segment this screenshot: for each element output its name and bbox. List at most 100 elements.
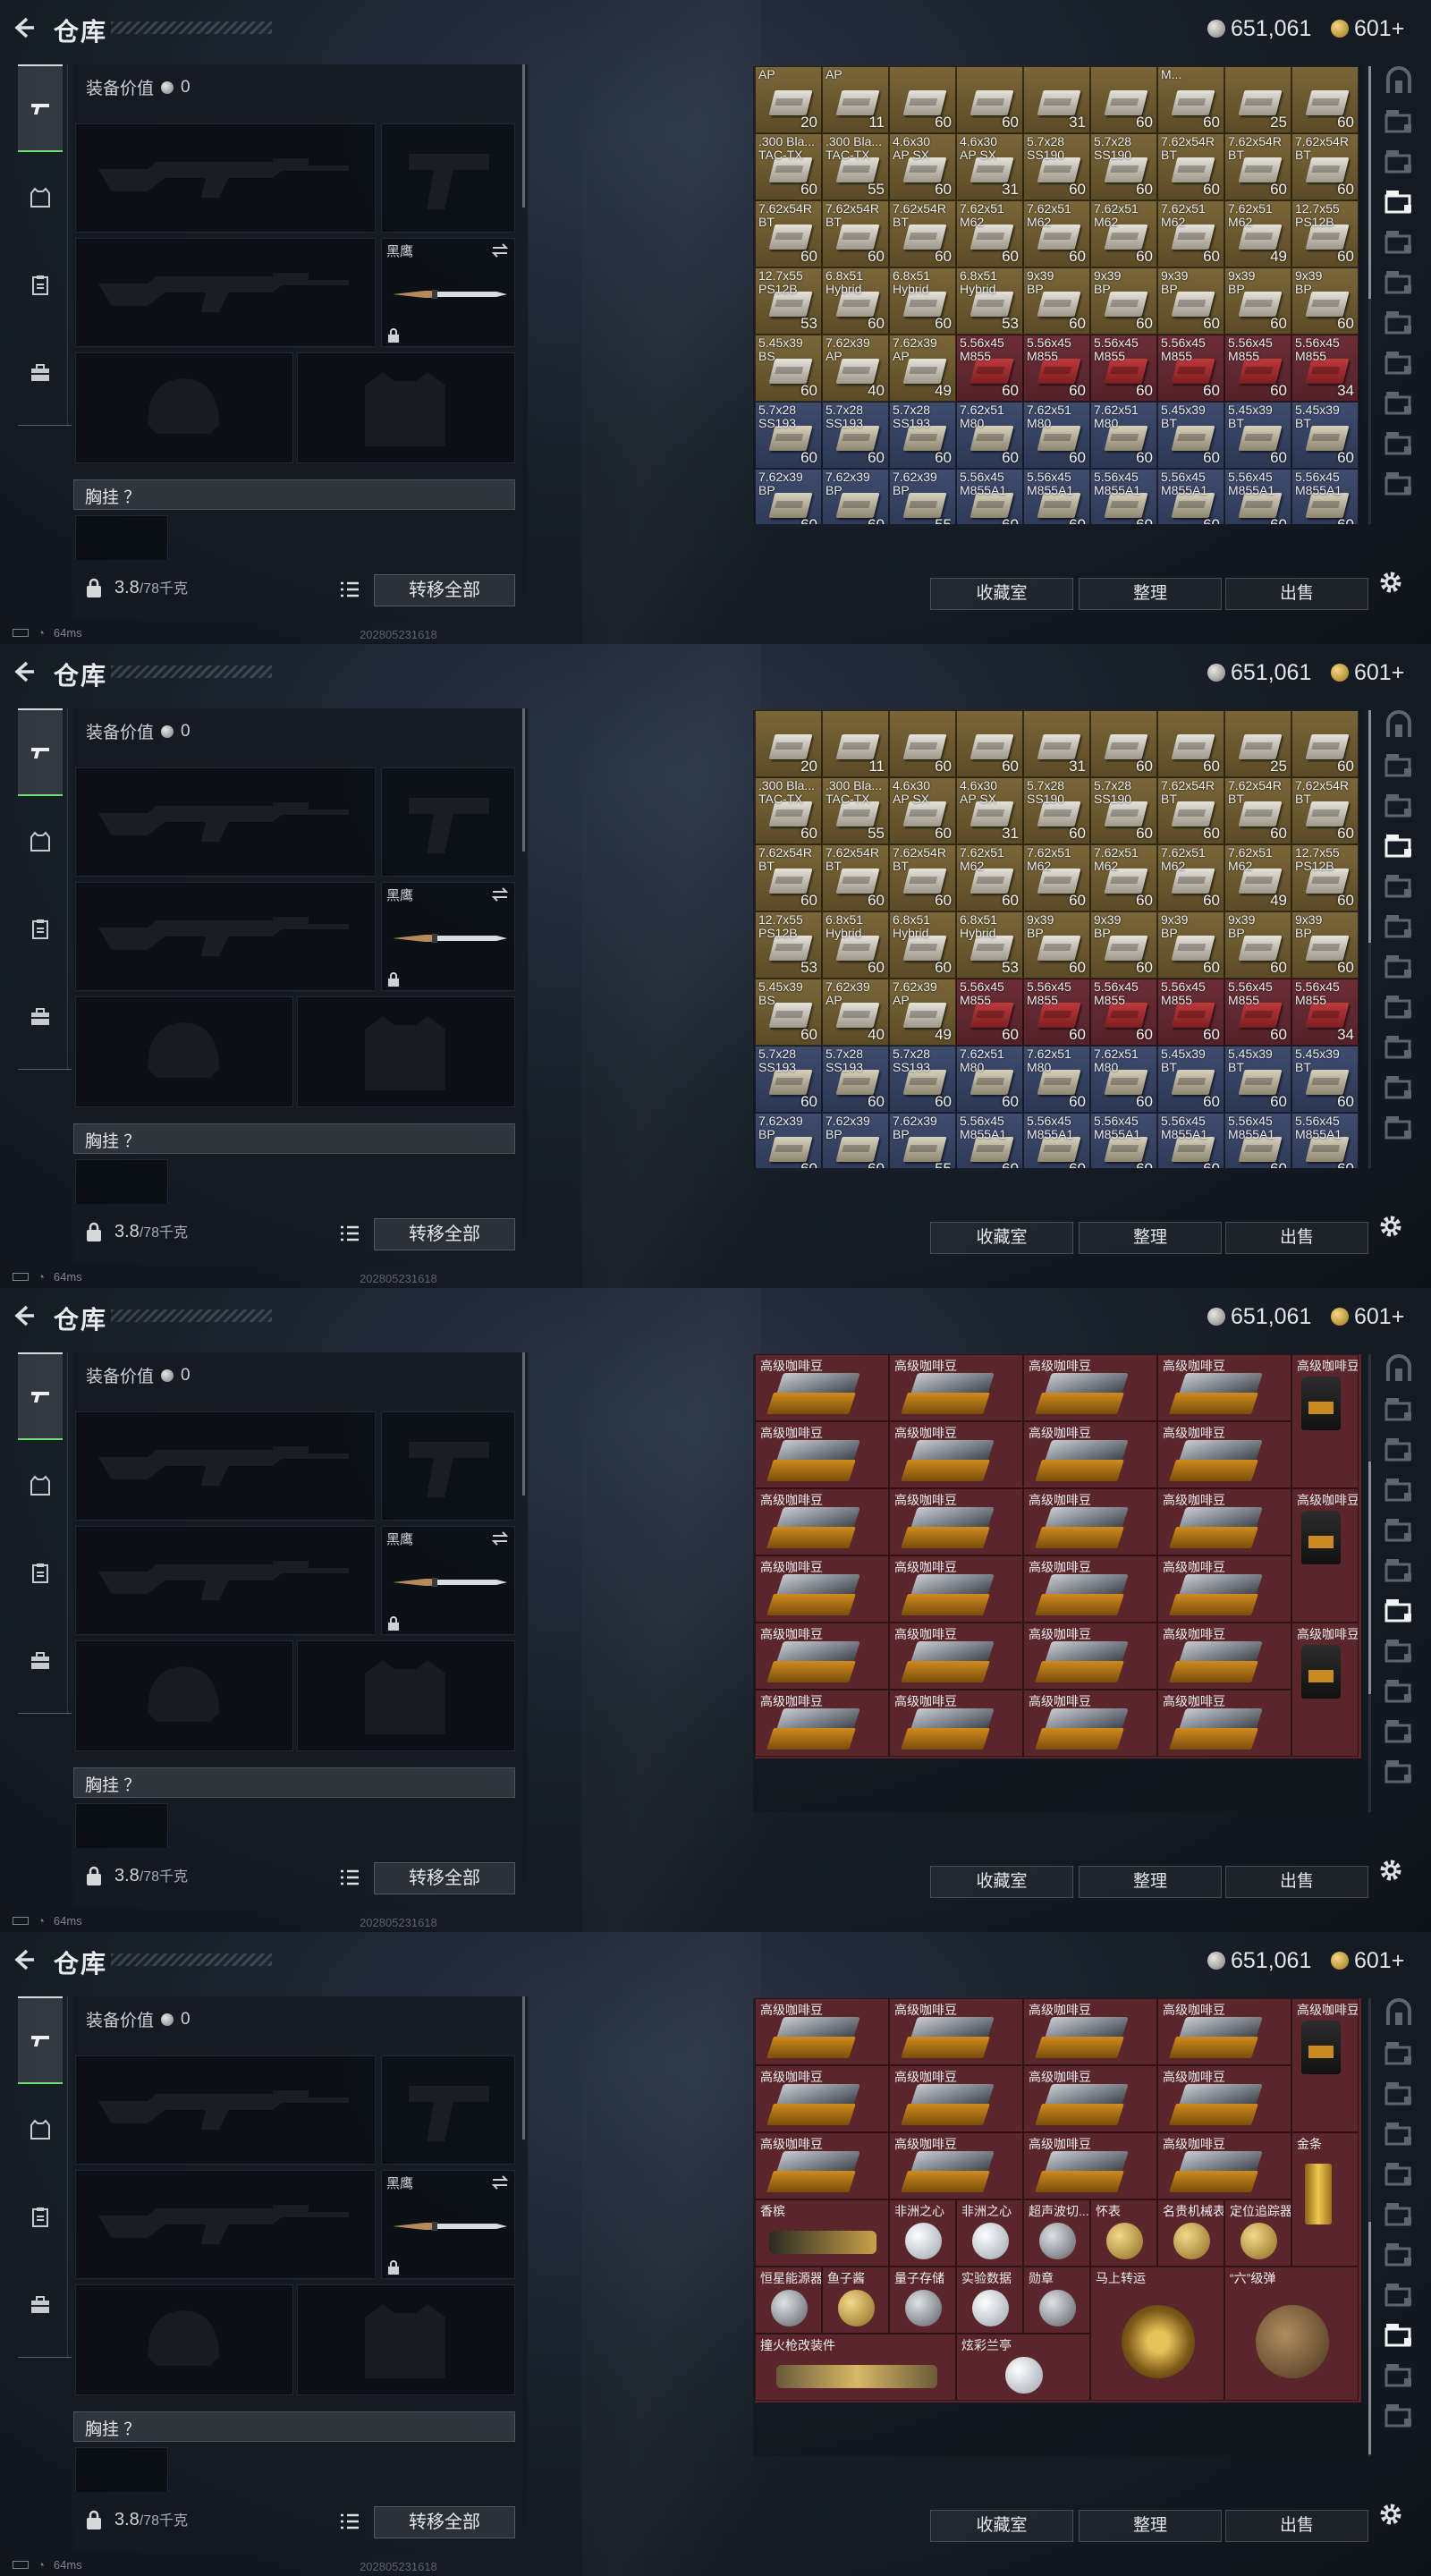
- category-armor[interactable]: [18, 819, 63, 864]
- category-medical[interactable]: [18, 907, 63, 952]
- ammo-item[interactable]: 9x39 BP 60: [1291, 267, 1359, 335]
- ammo-item[interactable]: 5.7x28 SS193 60: [822, 1046, 889, 1113]
- valuable-item[interactable]: 高级咖啡豆: [755, 1998, 889, 2065]
- secondary-weapon-slot[interactable]: [75, 1526, 376, 1635]
- ammo-item[interactable]: 5.7x28 SS190 60: [1023, 777, 1090, 844]
- valuable-item[interactable]: 超声波切...: [1023, 2199, 1090, 2267]
- ammo-item[interactable]: 12.7x55 PS12B 60: [1291, 844, 1359, 911]
- valuable-item[interactable]: 高级咖啡豆: [755, 2132, 889, 2199]
- valuable-item[interactable]: 撞火枪改装件: [755, 2334, 956, 2401]
- valuable-item[interactable]: 量子存储: [889, 2267, 956, 2334]
- valuable-item[interactable]: 高级咖啡豆: [755, 1421, 889, 1488]
- ammo-item[interactable]: 5.7x28 SS193 60: [889, 402, 956, 469]
- storage-page-tab[interactable]: [1381, 187, 1417, 217]
- valuable-item[interactable]: 怀表: [1090, 2199, 1157, 2267]
- ammo-item[interactable]: 7.62x51 M80 60: [1090, 1046, 1157, 1113]
- ammo-item[interactable]: .300 Bla... TAC-TX 55: [822, 133, 889, 200]
- ammo-item[interactable]: 7.62x51 M62 60: [1090, 200, 1157, 267]
- valuable-item[interactable]: 高级咖啡豆: [755, 1690, 889, 1757]
- valuable-item[interactable]: 高级咖啡豆: [755, 1555, 889, 1623]
- category-armor[interactable]: [18, 1463, 63, 1508]
- category-backpack[interactable]: [18, 1639, 63, 1683]
- valuable-item[interactable]: 高级咖啡豆: [1157, 2065, 1291, 2132]
- ammo-item[interactable]: 5.7x28 SS193 60: [755, 1046, 822, 1113]
- ammo-item[interactable]: 60: [1090, 66, 1157, 133]
- collection-room-button[interactable]: 收藏室: [930, 1866, 1073, 1898]
- back-arrow-icon[interactable]: [13, 1304, 36, 1327]
- storage-page-tab[interactable]: [1381, 1555, 1417, 1586]
- scrollbar-thumb[interactable]: [1368, 1462, 1371, 1694]
- storage-page-tab[interactable]: [1381, 1394, 1417, 1425]
- ammo-item[interactable]: 7.62x39 BP 55: [889, 469, 956, 524]
- ammo-item[interactable]: 5.56x45 M855 60: [1023, 335, 1090, 402]
- body-armor-slot[interactable]: [297, 996, 515, 1107]
- helmet-slot[interactable]: [75, 352, 293, 463]
- ammo-item[interactable]: 7.62x39 AP 40: [822, 335, 889, 402]
- ammo-item[interactable]: 60: [889, 66, 956, 133]
- valuable-item[interactable]: 高级咖啡豆: [1157, 1354, 1291, 1421]
- storage-page-tab[interactable]: [1381, 1435, 1417, 1465]
- settings-gear-icon[interactable]: [1377, 1213, 1404, 1240]
- storage-page-tab[interactable]: [1381, 147, 1417, 177]
- sort-button[interactable]: 整理: [1079, 2510, 1222, 2542]
- ammo-item[interactable]: 7.62x51 M62 60: [1157, 844, 1224, 911]
- ammo-item[interactable]: 7.62x54R BT 60: [1291, 777, 1359, 844]
- storage-page-tab[interactable]: [1381, 2401, 1417, 2431]
- ammo-item[interactable]: 7.62x51 M80 60: [956, 402, 1023, 469]
- storage-page-tab[interactable]: [1381, 911, 1417, 942]
- ammo-item[interactable]: 5.56x45 M855A1 60: [1157, 1113, 1224, 1168]
- valuable-item[interactable]: 勋章: [1023, 2267, 1090, 2334]
- secondary-weapon-slot[interactable]: [75, 882, 376, 991]
- collection-room-button[interactable]: 收藏室: [930, 578, 1073, 610]
- ammo-item[interactable]: 60: [1157, 710, 1224, 777]
- category-backpack[interactable]: [18, 2283, 63, 2327]
- ammo-item[interactable]: 6.8x51 Hybrid 53: [956, 267, 1023, 335]
- sell-button[interactable]: 出售: [1225, 1866, 1368, 1898]
- valuable-item[interactable]: “六”级弹: [1224, 2267, 1359, 2401]
- vault-tab[interactable]: [1381, 1354, 1417, 1385]
- chest-rig-slot[interactable]: [75, 1803, 168, 1848]
- ammo-item[interactable]: 20: [755, 710, 822, 777]
- ammo-item[interactable]: 7.62x54R BT 60: [1157, 133, 1224, 200]
- ammo-item[interactable]: 6.8x51 Hybrid 60: [889, 911, 956, 979]
- ammo-item[interactable]: .300 Bla... TAC-TX 60: [755, 777, 822, 844]
- ammo-item[interactable]: 6.8x51 Hybrid 53: [956, 911, 1023, 979]
- valuable-item[interactable]: 高级咖啡豆: [889, 1998, 1023, 2065]
- ammo-item[interactable]: 60: [1291, 710, 1359, 777]
- valuable-item[interactable]: 高级咖啡豆: [889, 2065, 1023, 2132]
- ammo-item[interactable]: 9x39 BP 60: [1023, 267, 1090, 335]
- ammo-item[interactable]: 7.62x39 AP 40: [822, 979, 889, 1046]
- ammo-item[interactable]: 11: [822, 710, 889, 777]
- ammo-item[interactable]: 5.45x39 BT 60: [1157, 402, 1224, 469]
- valuable-item[interactable]: 高级咖啡豆: [755, 1623, 889, 1690]
- chest-rig-header[interactable]: 胸挂 ？: [73, 2411, 515, 2442]
- ammo-item[interactable]: 7.62x54R BT 60: [822, 844, 889, 911]
- category-armor[interactable]: [18, 2107, 63, 2152]
- category-medical[interactable]: [18, 263, 63, 308]
- ammo-item[interactable]: 60: [956, 710, 1023, 777]
- settings-gear-icon[interactable]: [1377, 1857, 1404, 1884]
- storage-page-tab[interactable]: [1381, 1032, 1417, 1063]
- transfer-all-button[interactable]: 转移全部: [374, 1862, 515, 1894]
- ammo-item[interactable]: 5.56x45 M855 60: [1157, 979, 1224, 1046]
- list-icon[interactable]: [338, 1866, 361, 1889]
- valuable-item[interactable]: 高级咖啡豆: [1023, 2132, 1157, 2199]
- primary-weapon-slot[interactable]: [75, 1411, 376, 1521]
- ammo-item[interactable]: 7.62x39 AP 49: [889, 335, 956, 402]
- ammo-item[interactable]: 4.6x30 AP SX 31: [956, 777, 1023, 844]
- sort-button[interactable]: 整理: [1079, 578, 1222, 610]
- melee-slot[interactable]: 黑鹰: [381, 2170, 515, 2279]
- valuable-item[interactable]: 炫彩兰亭: [956, 2334, 1090, 2401]
- scrollbar-thumb[interactable]: [1368, 2222, 1371, 2454]
- equipment-scrollbar[interactable]: [522, 64, 525, 208]
- valuable-item[interactable]: 鱼子酱: [822, 2267, 889, 2334]
- ammo-item[interactable]: 7.62x54R BT 60: [755, 844, 822, 911]
- valuable-item[interactable]: 高级咖啡豆: [755, 2065, 889, 2132]
- storage-page-tab[interactable]: [1381, 1113, 1417, 1143]
- storage-page-tab[interactable]: [1381, 267, 1417, 298]
- ammo-item[interactable]: 5.7x28 SS190 60: [1023, 133, 1090, 200]
- ammo-item[interactable]: 60: [1291, 66, 1359, 133]
- ammo-item[interactable]: 7.62x54R BT 60: [889, 200, 956, 267]
- valuable-item[interactable]: 高级咖啡豆: [1023, 1421, 1157, 1488]
- ammo-item[interactable]: 7.62x39 BP 60: [755, 469, 822, 524]
